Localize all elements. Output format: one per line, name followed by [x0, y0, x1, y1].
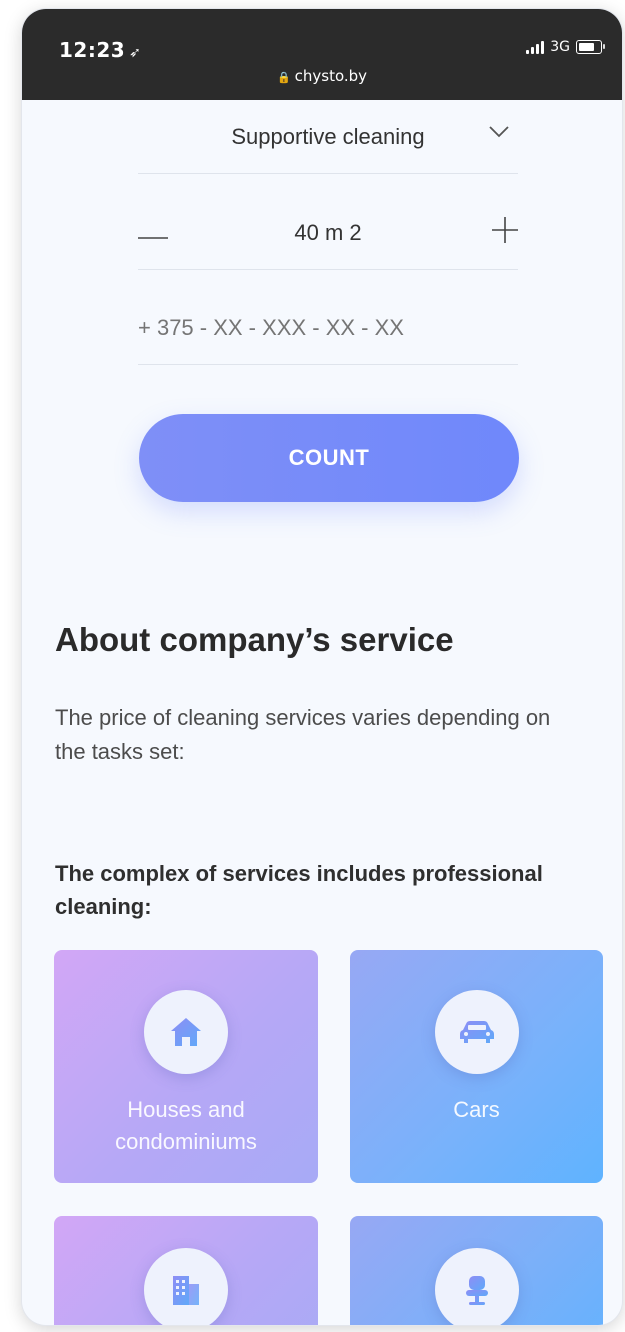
address-bar[interactable]: 🔒 chysto.by	[22, 67, 622, 85]
status-bar: 12:23 ➶ 3G 🔒 chysto.by	[22, 9, 622, 100]
plus-button[interactable]	[492, 216, 518, 250]
network-type: 3G	[550, 39, 570, 55]
service-card-furniture[interactable]	[350, 1216, 603, 1325]
lock-icon: 🔒	[276, 71, 291, 84]
service-card-offices[interactable]	[54, 1216, 318, 1325]
battery-icon	[576, 40, 605, 54]
service-card-cars[interactable]: Cars	[350, 950, 603, 1183]
location-arrow-icon: ➶	[129, 45, 142, 61]
chair-icon	[434, 1248, 519, 1325]
services-subtitle: The complex of services includes profess…	[55, 861, 543, 919]
url-text: chysto.by	[294, 67, 368, 85]
signal-icon	[526, 40, 545, 54]
chevron-down-icon	[488, 119, 510, 145]
minus-button[interactable]	[138, 219, 168, 247]
service-type-select[interactable]: Supportive cleaning	[138, 101, 518, 174]
status-indicators: 3G	[526, 39, 605, 55]
area-stepper[interactable]: 40 m 2	[138, 197, 518, 270]
clock: 12:23	[59, 38, 126, 62]
area-value: 40 m 2	[294, 220, 362, 245]
service-type-value: Supportive cleaning	[231, 124, 425, 149]
count-button[interactable]: COUNT	[139, 414, 519, 502]
status-time: 12:23 ➶	[59, 38, 141, 62]
about-text: The price of cleaning services varies de…	[55, 705, 551, 764]
phone-frame: 12:23 ➶ 3G 🔒 chysto.by Supportive cleaning…	[22, 9, 622, 1325]
house-icon	[144, 990, 228, 1074]
service-label: Cars	[453, 1097, 500, 1122]
car-icon	[434, 990, 519, 1074]
phone-input[interactable]	[138, 292, 518, 365]
service-label: Houses and condominiums	[115, 1097, 257, 1154]
about-title: About company’s service	[55, 621, 454, 658]
office-building-icon	[144, 1248, 228, 1325]
service-card-houses[interactable]: Houses and condominiums	[54, 950, 318, 1183]
